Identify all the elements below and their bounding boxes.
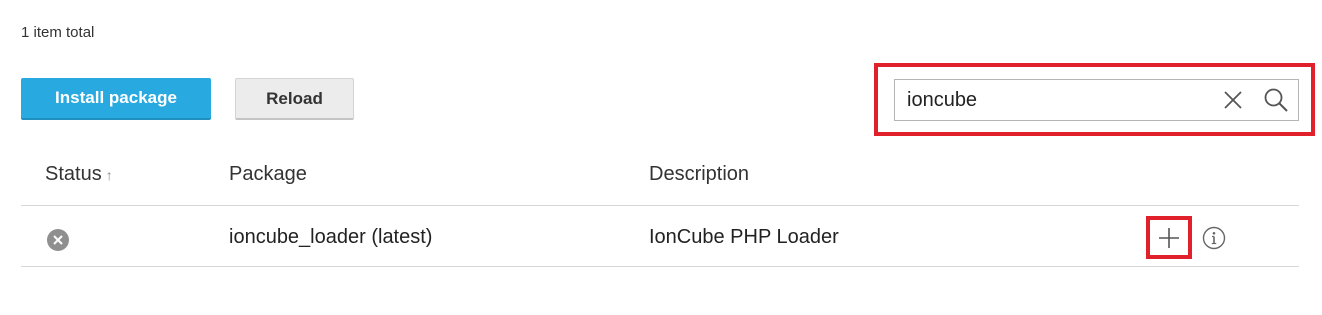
header-divider (21, 205, 1299, 206)
reload-button[interactable]: Reload (235, 78, 354, 120)
close-icon[interactable] (1222, 89, 1244, 111)
column-header-description[interactable]: Description (649, 163, 749, 186)
row-divider (21, 266, 1299, 267)
items-total: 1 item total (21, 24, 95, 41)
sort-ascending-icon[interactable]: ↑ (106, 167, 113, 183)
search-icon[interactable] (1263, 87, 1289, 113)
package-description: IonCube PHP Loader (649, 226, 839, 248)
column-header-status[interactable]: Status ↑ (45, 163, 113, 186)
add-icon[interactable] (1158, 227, 1180, 249)
package-name: ioncube_loader (latest) (229, 226, 433, 248)
search-field[interactable] (894, 79, 1299, 121)
search-input[interactable] (895, 82, 1207, 118)
install-package-button[interactable]: Install package (21, 78, 211, 120)
not-installed-icon (47, 229, 69, 251)
column-header-package[interactable]: Package (229, 163, 307, 186)
info-icon[interactable] (1202, 226, 1226, 250)
column-header-status-label: Status (45, 163, 102, 185)
